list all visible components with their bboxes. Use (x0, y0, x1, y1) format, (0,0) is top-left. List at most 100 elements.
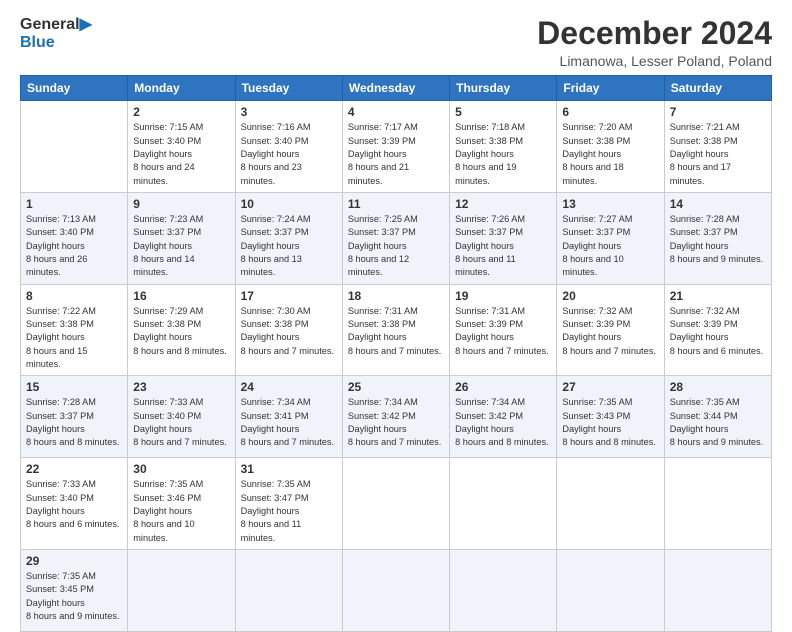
day-info: Sunrise: 7:31 AMSunset: 3:39 PMDaylight … (455, 306, 548, 356)
day-number: 11 (348, 197, 444, 211)
table-cell: 13 Sunrise: 7:27 AMSunset: 3:37 PMDaylig… (557, 192, 664, 284)
table-cell (21, 101, 128, 193)
page: General▶ Blue December 2024 Limanowa, Le… (0, 0, 792, 612)
table-cell: 4 Sunrise: 7:17 AMSunset: 3:39 PMDayligh… (342, 101, 449, 193)
col-thursday: Thursday (450, 76, 557, 101)
table-cell: 12 Sunrise: 7:26 AMSunset: 3:37 PMDaylig… (450, 192, 557, 284)
table-cell: 8 Sunrise: 7:22 AMSunset: 3:38 PMDayligh… (21, 284, 128, 376)
day-number: 15 (26, 380, 122, 394)
day-info: Sunrise: 7:24 AMSunset: 3:37 PMDaylight … (241, 214, 311, 277)
day-number: 4 (348, 105, 444, 119)
location: Limanowa, Lesser Poland, Poland (537, 53, 772, 69)
day-number: 9 (133, 197, 229, 211)
day-number: 6 (562, 105, 658, 119)
day-number: 24 (241, 380, 337, 394)
table-cell (664, 458, 771, 550)
calendar-table: Sunday Monday Tuesday Wednesday Thursday… (20, 75, 772, 632)
day-number: 25 (348, 380, 444, 394)
day-number: 14 (670, 197, 766, 211)
table-cell: 7 Sunrise: 7:21 AMSunset: 3:38 PMDayligh… (664, 101, 771, 193)
table-cell (235, 550, 342, 632)
day-number: 17 (241, 289, 337, 303)
calendar-row: 22 Sunrise: 7:33 AMSunset: 3:40 PMDaylig… (21, 458, 772, 550)
title-block: December 2024 Limanowa, Lesser Poland, P… (537, 16, 772, 69)
day-number: 7 (670, 105, 766, 119)
day-info: Sunrise: 7:35 AMSunset: 3:44 PMDaylight … (670, 397, 763, 447)
table-cell: 2 Sunrise: 7:15 AMSunset: 3:40 PMDayligh… (128, 101, 235, 193)
day-number: 26 (455, 380, 551, 394)
col-saturday: Saturday (664, 76, 771, 101)
day-number: 13 (562, 197, 658, 211)
header-row: Sunday Monday Tuesday Wednesday Thursday… (21, 76, 772, 101)
day-number: 12 (455, 197, 551, 211)
table-cell: 21 Sunrise: 7:32 AMSunset: 3:39 PMDaylig… (664, 284, 771, 376)
day-info: Sunrise: 7:16 AMSunset: 3:40 PMDaylight … (241, 122, 311, 185)
col-tuesday: Tuesday (235, 76, 342, 101)
table-cell: 26 Sunrise: 7:34 AMSunset: 3:42 PMDaylig… (450, 376, 557, 458)
table-cell: 30 Sunrise: 7:35 AMSunset: 3:46 PMDaylig… (128, 458, 235, 550)
table-cell: 29 Sunrise: 7:35 AMSunset: 3:45 PMDaylig… (21, 550, 128, 632)
day-info: Sunrise: 7:18 AMSunset: 3:38 PMDaylight … (455, 122, 525, 185)
day-number: 31 (241, 462, 337, 476)
day-number: 21 (670, 289, 766, 303)
table-cell (128, 550, 235, 632)
day-info: Sunrise: 7:33 AMSunset: 3:40 PMDaylight … (26, 479, 119, 529)
day-info: Sunrise: 7:21 AMSunset: 3:38 PMDaylight … (670, 122, 740, 185)
day-info: Sunrise: 7:35 AMSunset: 3:46 PMDaylight … (133, 479, 203, 542)
table-cell (342, 550, 449, 632)
day-number: 8 (26, 289, 122, 303)
table-cell (450, 458, 557, 550)
calendar-row: 1 Sunrise: 7:13 AMSunset: 3:40 PMDayligh… (21, 192, 772, 284)
day-info: Sunrise: 7:27 AMSunset: 3:37 PMDaylight … (562, 214, 632, 277)
day-number: 28 (670, 380, 766, 394)
calendar-row: 8 Sunrise: 7:22 AMSunset: 3:38 PMDayligh… (21, 284, 772, 376)
day-number: 2 (133, 105, 229, 119)
day-info: Sunrise: 7:35 AMSunset: 3:45 PMDaylight … (26, 571, 119, 621)
table-cell: 19 Sunrise: 7:31 AMSunset: 3:39 PMDaylig… (450, 284, 557, 376)
day-number: 3 (241, 105, 337, 119)
col-monday: Monday (128, 76, 235, 101)
day-info: Sunrise: 7:33 AMSunset: 3:40 PMDaylight … (133, 397, 226, 447)
table-cell: 23 Sunrise: 7:33 AMSunset: 3:40 PMDaylig… (128, 376, 235, 458)
table-cell: 11 Sunrise: 7:25 AMSunset: 3:37 PMDaylig… (342, 192, 449, 284)
day-info: Sunrise: 7:32 AMSunset: 3:39 PMDaylight … (670, 306, 763, 356)
col-wednesday: Wednesday (342, 76, 449, 101)
calendar-row: 15 Sunrise: 7:28 AMSunset: 3:37 PMDaylig… (21, 376, 772, 458)
day-info: Sunrise: 7:17 AMSunset: 3:39 PMDaylight … (348, 122, 418, 185)
day-number: 20 (562, 289, 658, 303)
table-cell: 1 Sunrise: 7:13 AMSunset: 3:40 PMDayligh… (21, 192, 128, 284)
day-number: 19 (455, 289, 551, 303)
table-cell: 22 Sunrise: 7:33 AMSunset: 3:40 PMDaylig… (21, 458, 128, 550)
table-cell: 27 Sunrise: 7:35 AMSunset: 3:43 PMDaylig… (557, 376, 664, 458)
day-info: Sunrise: 7:28 AMSunset: 3:37 PMDaylight … (26, 397, 119, 447)
day-info: Sunrise: 7:34 AMSunset: 3:42 PMDaylight … (455, 397, 548, 447)
table-cell: 17 Sunrise: 7:30 AMSunset: 3:38 PMDaylig… (235, 284, 342, 376)
calendar-row: 29 Sunrise: 7:35 AMSunset: 3:45 PMDaylig… (21, 550, 772, 632)
table-cell: 25 Sunrise: 7:34 AMSunset: 3:42 PMDaylig… (342, 376, 449, 458)
table-cell: 3 Sunrise: 7:16 AMSunset: 3:40 PMDayligh… (235, 101, 342, 193)
table-cell: 5 Sunrise: 7:18 AMSunset: 3:38 PMDayligh… (450, 101, 557, 193)
day-info: Sunrise: 7:25 AMSunset: 3:37 PMDaylight … (348, 214, 418, 277)
day-number: 1 (26, 197, 122, 211)
header: General▶ Blue December 2024 Limanowa, Le… (20, 16, 772, 69)
day-info: Sunrise: 7:28 AMSunset: 3:37 PMDaylight … (670, 214, 763, 264)
day-info: Sunrise: 7:20 AMSunset: 3:38 PMDaylight … (562, 122, 632, 185)
day-info: Sunrise: 7:26 AMSunset: 3:37 PMDaylight … (455, 214, 525, 277)
table-cell: 16 Sunrise: 7:29 AMSunset: 3:38 PMDaylig… (128, 284, 235, 376)
table-cell: 18 Sunrise: 7:31 AMSunset: 3:38 PMDaylig… (342, 284, 449, 376)
col-sunday: Sunday (21, 76, 128, 101)
day-info: Sunrise: 7:23 AMSunset: 3:37 PMDaylight … (133, 214, 203, 277)
table-cell: 28 Sunrise: 7:35 AMSunset: 3:44 PMDaylig… (664, 376, 771, 458)
day-info: Sunrise: 7:35 AMSunset: 3:47 PMDaylight … (241, 479, 311, 542)
table-cell: 20 Sunrise: 7:32 AMSunset: 3:39 PMDaylig… (557, 284, 664, 376)
col-friday: Friday (557, 76, 664, 101)
day-number: 5 (455, 105, 551, 119)
day-info: Sunrise: 7:30 AMSunset: 3:38 PMDaylight … (241, 306, 334, 356)
table-cell (664, 550, 771, 632)
table-cell (557, 458, 664, 550)
table-cell: 24 Sunrise: 7:34 AMSunset: 3:41 PMDaylig… (235, 376, 342, 458)
table-cell: 10 Sunrise: 7:24 AMSunset: 3:37 PMDaylig… (235, 192, 342, 284)
logo: General▶ Blue (20, 16, 92, 51)
day-number: 10 (241, 197, 337, 211)
table-cell (342, 458, 449, 550)
